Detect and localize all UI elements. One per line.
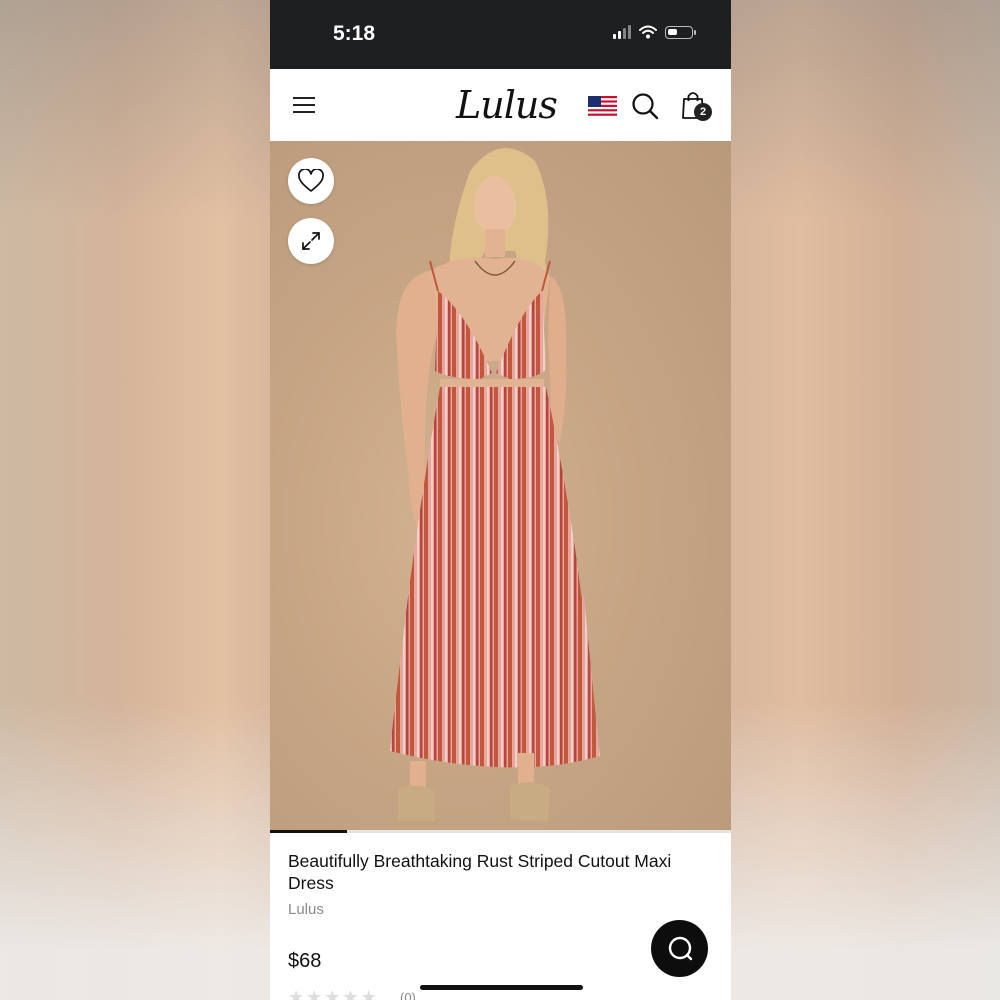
star-icon: ★ bbox=[360, 987, 377, 1000]
phone-screen: 5:18 Lulus 2 Beautifully Breathtaking Ru… bbox=[270, 0, 731, 1000]
star-icon: ★ bbox=[306, 987, 323, 1000]
product-brand[interactable]: Lulus bbox=[288, 901, 718, 918]
chat-button[interactable] bbox=[651, 920, 708, 977]
product-photo bbox=[390, 148, 600, 821]
status-time: 5:18 bbox=[333, 22, 376, 45]
product-title: Beautifully Breathtaking Rust Striped Cu… bbox=[288, 851, 672, 893]
site-header: Lulus 2 bbox=[270, 69, 731, 141]
expand-icon bbox=[302, 232, 320, 250]
us-flag-icon[interactable] bbox=[588, 96, 617, 118]
signal-icon bbox=[613, 25, 631, 39]
wifi-icon bbox=[639, 25, 657, 39]
wishlist-button[interactable] bbox=[288, 158, 334, 204]
gallery-progress bbox=[270, 830, 731, 833]
star-icon: ★ bbox=[342, 987, 359, 1000]
product-image[interactable] bbox=[270, 141, 731, 831]
home-indicator bbox=[420, 985, 583, 990]
review-count[interactable]: (0) bbox=[400, 990, 416, 1000]
hamburger-icon[interactable] bbox=[293, 96, 315, 114]
cart-count-badge: 2 bbox=[694, 103, 712, 121]
rating-stars[interactable]: ★ ★ ★ ★ ★ bbox=[288, 987, 377, 1000]
star-icon: ★ bbox=[324, 987, 341, 1000]
expand-image-button[interactable] bbox=[288, 218, 334, 264]
battery-icon bbox=[665, 25, 696, 39]
chat-icon bbox=[668, 936, 692, 960]
star-icon: ★ bbox=[288, 987, 305, 1000]
gallery-progress-fill bbox=[270, 830, 347, 833]
product-price: $68 bbox=[288, 950, 322, 972]
status-icons bbox=[613, 25, 696, 39]
product-info: Beautifully Breathtaking Rust Striped Cu… bbox=[288, 850, 718, 918]
heart-icon bbox=[298, 169, 324, 192]
search-icon[interactable] bbox=[630, 91, 660, 121]
site-logo[interactable]: Lulus bbox=[456, 83, 558, 127]
status-bar: 5:18 bbox=[270, 0, 731, 69]
